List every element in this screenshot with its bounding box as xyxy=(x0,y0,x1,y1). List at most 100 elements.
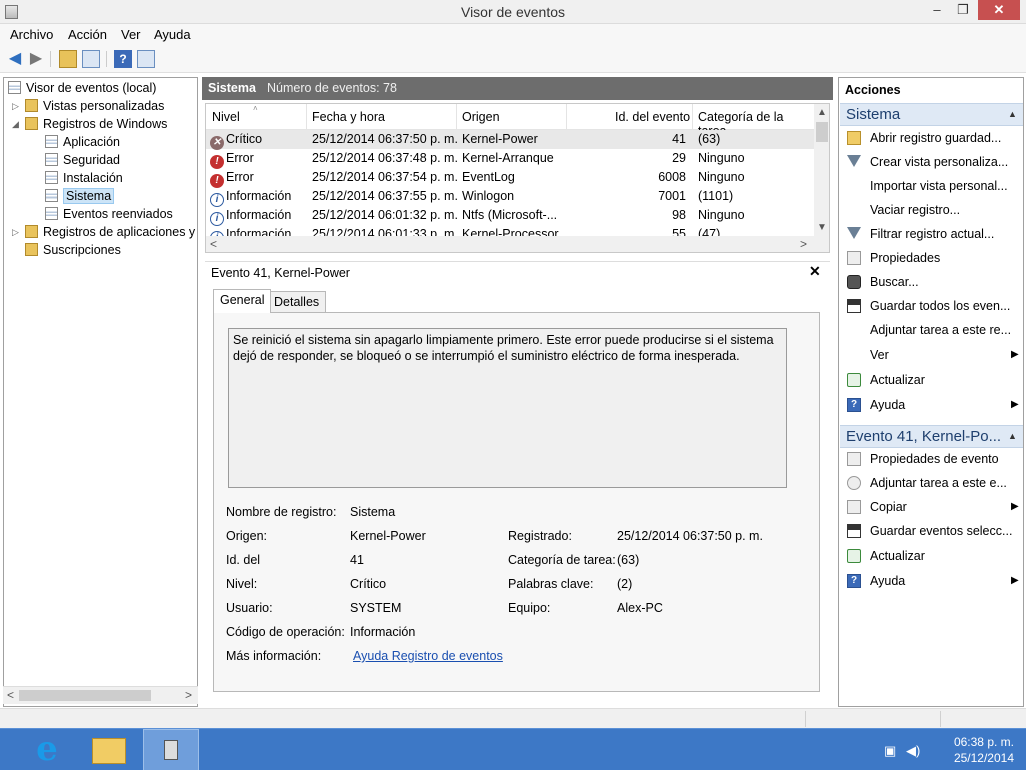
expand-icon[interactable]: ▷ xyxy=(12,97,19,115)
event-viewer-taskbar-button[interactable] xyxy=(143,729,199,770)
action-refresh[interactable]: Actualizar xyxy=(840,369,1023,391)
action-properties[interactable]: Propiedades xyxy=(840,247,1023,269)
event-detail-title: Evento 41, Kernel-Power xyxy=(211,266,350,280)
menu-ver[interactable]: Ver xyxy=(121,27,141,42)
tree-item-eventos-reenviados[interactable]: Eventos reenviados xyxy=(45,205,173,223)
action-open-saved-log[interactable]: Abrir registro guardad... xyxy=(840,127,1023,149)
tree-item-seguridad[interactable]: Seguridad xyxy=(45,151,120,169)
back-icon[interactable]: ◀ xyxy=(6,50,24,68)
action-view[interactable]: Ver ▶ xyxy=(840,344,1023,366)
actions-section-event[interactable]: Evento 41, Kernel-Po... ▲ xyxy=(840,425,1023,448)
table-row[interactable]: ! Error 25/12/2014 06:37:48 p. m. Kernel-… xyxy=(206,149,814,169)
tree-item-app-services-logs[interactable]: ▷ Registros de aplicaciones y s xyxy=(12,223,197,241)
tree-root[interactable]: Visor de eventos (local) xyxy=(8,79,156,97)
action-find[interactable]: Buscar... xyxy=(840,271,1023,293)
action-import-custom-view[interactable]: Importar vista personal... xyxy=(840,175,1023,197)
scroll-left-icon[interactable]: < xyxy=(7,688,14,702)
column-header-origen[interactable]: Origen xyxy=(462,110,500,124)
collapse-section-icon[interactable]: ▲ xyxy=(1008,431,1017,441)
internet-explorer-icon[interactable]: e xyxy=(30,732,64,767)
menu-accion[interactable]: Acción xyxy=(68,27,107,42)
tree-item-sistema[interactable]: Sistema xyxy=(45,187,115,205)
menu-archivo[interactable]: Archivo xyxy=(10,27,53,42)
action-event-properties[interactable]: Propiedades de evento xyxy=(840,448,1023,470)
action-clear-log[interactable]: Vaciar registro... xyxy=(840,199,1023,221)
expand-icon[interactable]: ▷ xyxy=(12,223,19,241)
value-log-name: Sistema xyxy=(350,505,396,519)
collapse-icon[interactable]: ◢ xyxy=(12,115,19,133)
close-detail-icon[interactable]: ✕ xyxy=(809,263,821,280)
event-message[interactable]: Se reinició el sistema sin apagarlo limp… xyxy=(228,328,787,488)
action-attach-task-event[interactable]: Adjuntar tarea a este e... xyxy=(840,472,1023,494)
forward-icon[interactable]: ▶ xyxy=(27,50,45,68)
column-divider[interactable] xyxy=(456,104,457,130)
action-attach-task-log[interactable]: Adjuntar tarea a este re... xyxy=(840,319,1023,341)
tab-detalles[interactable]: Detalles xyxy=(267,291,327,312)
filter-icon xyxy=(847,155,861,167)
file-explorer-icon[interactable] xyxy=(92,738,126,764)
scroll-right-icon[interactable]: > xyxy=(800,237,807,251)
level-cell: ✕ Crítico xyxy=(210,130,262,150)
action-save-all-events[interactable]: Guardar todos los even... xyxy=(840,295,1023,317)
clock[interactable]: 06:38 p. m. 25/12/2014 xyxy=(928,734,1014,766)
collapse-section-icon[interactable]: ▲ xyxy=(1008,109,1017,119)
volume-icon[interactable]: ◀) xyxy=(906,743,920,759)
scroll-down-icon[interactable]: ▼ xyxy=(817,222,827,233)
actions-title: Acciones xyxy=(845,83,901,97)
action-refresh-event[interactable]: Actualizar xyxy=(840,545,1023,567)
table-row[interactable]: ! Error 25/12/2014 06:37:54 p. m. EventLo… xyxy=(206,168,814,188)
level-cell: iInformación xyxy=(210,187,291,207)
up-folder-icon[interactable] xyxy=(59,50,77,68)
tree-item-custom-views[interactable]: ▷ Vistas personalizadas xyxy=(12,97,164,115)
column-divider[interactable] xyxy=(306,104,307,130)
menu-ayuda[interactable]: Ayuda xyxy=(154,27,191,42)
column-header-id[interactable]: Id. del evento xyxy=(615,110,690,124)
action-create-custom-view[interactable]: Crear vista personaliza... xyxy=(840,151,1023,173)
label-opcode: Código de operación: xyxy=(226,625,345,639)
column-divider[interactable] xyxy=(566,104,567,130)
log-name: Sistema xyxy=(208,81,256,95)
show-hide-actions-icon[interactable] xyxy=(137,50,155,68)
scrollbar-thumb[interactable] xyxy=(816,122,828,142)
scroll-left-icon[interactable]: < xyxy=(210,237,217,251)
tree-item-windows-logs[interactable]: ◢ Registros de Windows xyxy=(12,115,167,133)
action-help-event[interactable]: ? Ayuda ▶ xyxy=(840,570,1023,592)
scrollbar-thumb[interactable] xyxy=(19,690,151,701)
tree-item-instalacion[interactable]: Instalación xyxy=(45,169,123,187)
navigation-tree: Visor de eventos (local) ▷ Vistas person… xyxy=(3,77,198,707)
tab-general[interactable]: General xyxy=(213,289,272,313)
column-header-nivel[interactable]: Nivel xyxy=(212,110,240,124)
tree-item-aplicacion[interactable]: Aplicación xyxy=(45,133,120,151)
table-row[interactable]: i Información 25/12/2014 06:01:32 p. m. N… xyxy=(206,206,814,226)
network-icon[interactable]: ▣ xyxy=(884,743,896,759)
action-filter-current-log[interactable]: Filtrar registro actual... xyxy=(840,223,1023,245)
toolbar: ◀ ▶ ? xyxy=(0,45,1026,73)
table-horizontal-scrollbar[interactable]: < > xyxy=(206,236,829,252)
help-icon[interactable]: ? xyxy=(114,50,132,68)
table-row[interactable]: i Información 25/12/2014 06:37:55 p. m. W… xyxy=(206,187,814,207)
level-cell: ! Error xyxy=(210,149,254,169)
action-copy[interactable]: Copiar ▶ xyxy=(840,496,1023,518)
minimize-button[interactable]: – xyxy=(926,0,948,20)
scroll-right-icon[interactable]: > xyxy=(185,688,192,702)
restore-button[interactable]: ❐ xyxy=(952,0,974,20)
submenu-arrow-icon: ▶ xyxy=(1011,501,1019,512)
table-row[interactable]: ✕ Crítico 25/12/2014 06:37:50 p. m. Kerne… xyxy=(206,130,814,150)
close-button[interactable]: ✕ xyxy=(978,0,1020,20)
show-hide-tree-icon[interactable] xyxy=(82,50,100,68)
actions-section-sistema[interactable]: Sistema ▲ xyxy=(840,103,1023,126)
column-divider[interactable] xyxy=(692,104,693,130)
tree-item-subscriptions[interactable]: Suscripciones xyxy=(25,241,121,259)
tree-horizontal-scrollbar[interactable]: < > xyxy=(3,686,198,704)
value-opcode: Información xyxy=(350,625,416,639)
scroll-up-icon[interactable]: ▲ xyxy=(817,107,827,118)
table-vertical-scrollbar[interactable]: ▲ ▼ xyxy=(814,104,829,236)
column-header-fecha[interactable]: Fecha y hora xyxy=(312,110,385,124)
action-save-selected-events[interactable]: Guardar eventos selecc... xyxy=(840,520,1023,542)
open-folder-icon xyxy=(847,131,861,145)
submenu-arrow-icon: ▶ xyxy=(1011,575,1019,586)
copy-icon xyxy=(847,500,861,514)
more-info-link[interactable]: Ayuda Registro de eventos xyxy=(353,649,503,663)
title-bar: Visor de eventos – ❐ ✕ xyxy=(0,0,1026,24)
action-help[interactable]: ? Ayuda ▶ xyxy=(840,394,1023,416)
